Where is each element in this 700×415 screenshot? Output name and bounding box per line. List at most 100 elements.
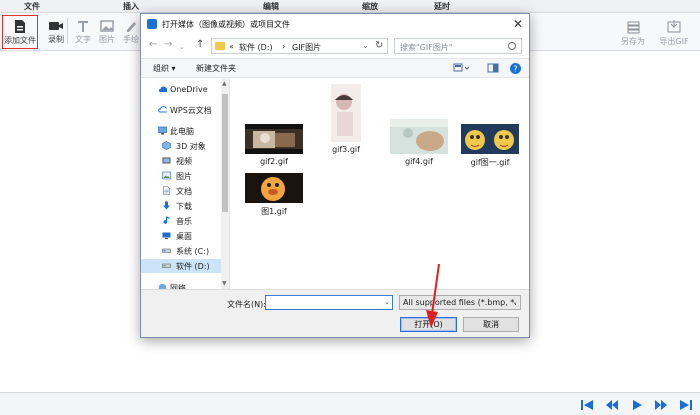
thumbnail-image — [245, 173, 303, 203]
open-button[interactable]: 打开(O) — [400, 317, 457, 332]
export-gif-label: 导出GIF — [659, 37, 689, 46]
nav-label: 3D 对象 — [176, 142, 206, 151]
video-icon — [162, 157, 171, 164]
file-item-gif-fig1[interactable]: gif图一.gif — [461, 124, 531, 168]
breadcrumb-folder[interactable]: GIF图片 — [292, 42, 321, 53]
save-as-button[interactable]: 另存为 — [615, 16, 651, 50]
nav-item-this-pc[interactable]: 此电脑 — [141, 124, 221, 138]
chevron-down-icon[interactable]: ⌄ — [512, 298, 518, 306]
scroll-up-icon[interactable]: ▲ — [222, 80, 227, 87]
open-file-dialog: 打开媒体（图像或视频）或项目文件 ✕ ← → ⌄ ↑ « 软件 (D:) › G… — [140, 13, 530, 338]
address-bar[interactable]: « 软件 (D:) › GIF图片 ⌄ ↻ — [211, 38, 388, 54]
nav-label: 软件 (D:) — [176, 262, 210, 271]
view-options-icon[interactable] — [453, 63, 471, 73]
computer-icon — [158, 126, 167, 135]
back-arrow-icon[interactable]: ← — [149, 40, 157, 50]
thumbnail-image — [390, 119, 448, 154]
help-icon[interactable]: ? — [510, 63, 521, 74]
dialog-title: 打开媒体（图像或视频）或项目文件 — [162, 20, 290, 29]
skip-to-start-icon[interactable] — [580, 398, 594, 412]
organize-menu[interactable]: 组织 ▾ — [153, 63, 176, 74]
nav-item-videos[interactable]: 视频 — [141, 154, 221, 168]
tab-file[interactable]: 文件 — [24, 1, 40, 12]
scrollbar-thumb[interactable] — [222, 94, 228, 212]
thumbnail-image — [245, 124, 303, 154]
nav-item-pictures[interactable]: 图片 — [141, 169, 221, 183]
cube-icon — [162, 141, 171, 150]
nav-item-drive-d[interactable]: 软件 (D:) — [141, 259, 221, 273]
forward-arrow-icon[interactable]: → — [164, 40, 172, 50]
filetype-value: All supported files (*.bmp, *. — [403, 298, 517, 307]
file-name: gif3.gif — [332, 145, 360, 154]
search-box[interactable]: 搜索"GIF图片" — [394, 38, 522, 54]
file-thumbnail — [461, 124, 519, 154]
command-bar: 组织 ▾ 新建文件夹 ? — [141, 58, 529, 78]
close-icon[interactable]: ✕ — [512, 17, 524, 31]
folder-icon — [215, 42, 225, 50]
search-icon — [508, 42, 516, 50]
drive-icon — [162, 248, 171, 253]
nav-label: OneDrive — [170, 85, 208, 94]
file-thumbnail — [390, 119, 448, 154]
nav-label: 系统 (C:) — [176, 247, 210, 256]
navigation-scrollbar[interactable]: ▲ ▼ — [221, 78, 229, 289]
nav-item-network[interactable]: 网络 — [141, 281, 221, 289]
nav-item-downloads[interactable]: 下载 — [141, 199, 221, 213]
cloud-icon — [158, 86, 167, 92]
cloud-icon — [158, 106, 167, 113]
up-arrow-icon[interactable]: ↑ — [196, 40, 204, 50]
nav-item-3d-objects[interactable]: 3D 对象 — [141, 139, 221, 153]
nav-label: 音乐 — [176, 217, 192, 226]
navigation-pane: OneDrive WPS云文档 此电脑 3D 对象 视频 图片 文档 下载 音乐… — [141, 78, 229, 289]
filetype-select[interactable]: All supported files (*.bmp, *. ⌄ — [399, 295, 521, 310]
new-folder-button[interactable]: 新建文件夹 — [196, 63, 236, 74]
filename-input[interactable]: ⌄ — [265, 295, 393, 310]
scroll-down-icon[interactable]: ▼ — [222, 280, 227, 287]
skip-to-end-icon[interactable] — [679, 398, 693, 412]
file-list: gif2.gif gif3.gif gif4.gif gif图一.gif 图1.… — [229, 78, 529, 289]
save-as-label: 另存为 — [621, 37, 645, 46]
previous-frame-icon[interactable] — [605, 398, 619, 412]
cancel-button[interactable]: 取消 — [463, 317, 519, 332]
stack-icon — [627, 21, 640, 34]
add-file-label: 添加文件 — [4, 36, 36, 45]
export-gif-button[interactable]: 导出GIF — [656, 16, 692, 50]
breadcrumb-separator: › — [282, 42, 286, 51]
file-name: gif图一.gif — [470, 158, 510, 167]
app-menu-tabs: 文件 插入 编辑 缩放 延时 — [0, 0, 700, 13]
tab-zoom[interactable]: 缩放 — [362, 1, 378, 12]
breadcrumb-overflow[interactable]: « — [229, 42, 234, 51]
nav-item-wps-cloud[interactable]: WPS云文档 — [141, 103, 221, 117]
nav-label: 图片 — [176, 172, 192, 181]
breadcrumb-drive[interactable]: 软件 (D:) — [239, 42, 273, 53]
play-icon[interactable] — [630, 398, 644, 412]
nav-label: 此电脑 — [170, 127, 194, 136]
next-frame-icon[interactable] — [654, 398, 668, 412]
dialog-footer: 文件名(N): ⌄ All supported files (*.bmp, *.… — [141, 289, 529, 337]
tab-edit[interactable]: 编辑 — [263, 1, 279, 12]
file-name: 图1.gif — [261, 207, 287, 216]
nav-item-desktop[interactable]: 桌面 — [141, 229, 221, 243]
nav-item-music[interactable]: 音乐 — [141, 214, 221, 228]
file-name: gif2.gif — [260, 157, 288, 166]
add-file-button[interactable]: 添加文件 — [2, 15, 38, 49]
address-dropdown-icon[interactable]: ⌄ — [362, 41, 369, 50]
nav-item-drive-c[interactable]: 系统 (C:) — [141, 244, 221, 258]
nav-item-documents[interactable]: 文档 — [141, 184, 221, 198]
file-item-fig1[interactable]: 图1.gif — [244, 173, 314, 217]
tab-insert[interactable]: 插入 — [123, 1, 139, 12]
desktop-icon — [162, 232, 171, 239]
svg-text:?: ? — [513, 65, 517, 74]
file-name: gif4.gif — [405, 157, 433, 166]
refresh-icon[interactable]: ↻ — [375, 40, 383, 51]
file-item-gif4[interactable]: gif4.gif — [390, 119, 460, 168]
recent-locations-chevron-icon[interactable]: ⌄ — [179, 42, 185, 52]
preview-pane-icon[interactable] — [487, 63, 499, 73]
thumbnail-image — [461, 124, 519, 154]
tab-delay[interactable]: 延时 — [434, 1, 450, 12]
nav-item-onedrive[interactable]: OneDrive — [141, 83, 221, 97]
file-thumbnail — [245, 124, 303, 154]
navigation-bar: ← → ⌄ ↑ « 软件 (D:) › GIF图片 ⌄ ↻ 搜索"GIF图片" — [141, 34, 529, 58]
file-item-gif2[interactable]: gif2.gif — [244, 124, 314, 168]
chevron-down-icon[interactable]: ⌄ — [384, 298, 390, 306]
